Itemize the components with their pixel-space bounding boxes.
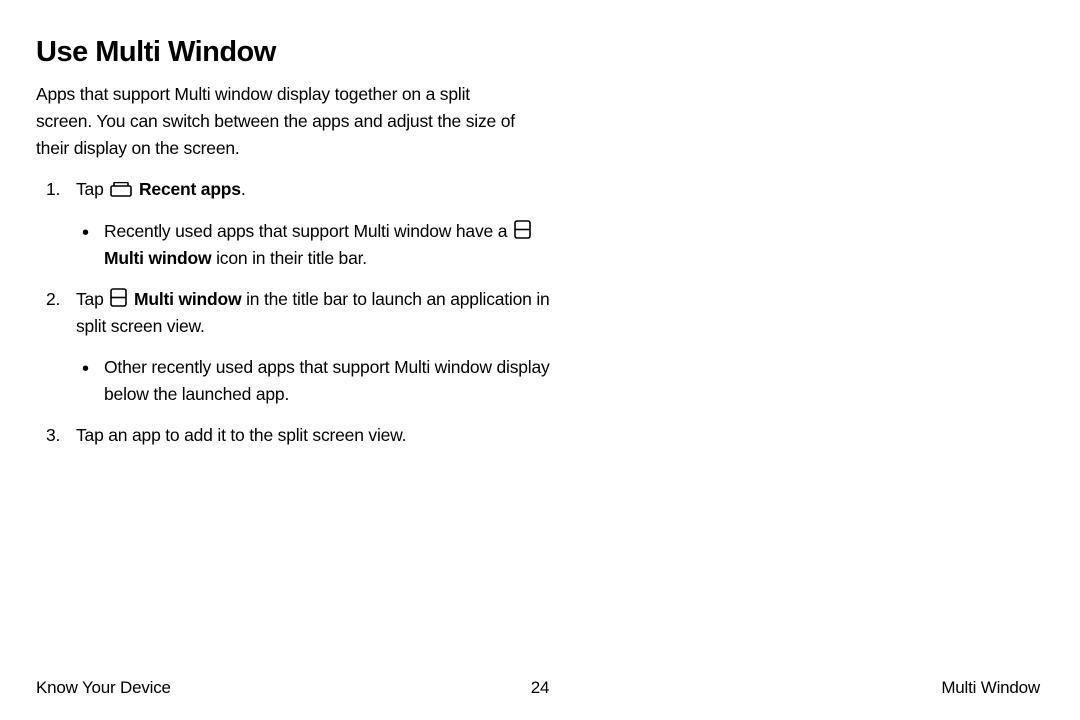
step-2-label: Multi window xyxy=(134,289,241,309)
step-1-bullet-post: icon in their title bar. xyxy=(216,248,367,268)
footer-left: Know Your Device xyxy=(36,678,171,698)
step-1-bullet: Recently used apps that support Multi wi… xyxy=(76,218,566,272)
footer-page-number: 24 xyxy=(531,678,550,698)
step-3: Tap an app to add it to the split screen… xyxy=(36,422,566,449)
multi-window-icon xyxy=(514,220,531,239)
page-footer: Know Your Device 24 Multi Window xyxy=(0,678,1080,698)
recent-apps-icon xyxy=(110,182,132,197)
step-1-text-post: . xyxy=(241,179,246,199)
step-1-bullet-label: Multi window xyxy=(104,248,211,268)
step-1-label: Recent apps xyxy=(139,179,241,199)
step-1: Tap Recent apps. Recently used apps that… xyxy=(36,176,566,271)
step-1-text-pre: Tap xyxy=(76,179,104,199)
steps-list: Tap Recent apps. Recently used apps that… xyxy=(36,176,566,449)
step-2: Tap Multi window in the title bar to lau… xyxy=(36,286,566,409)
page-title: Use Multi Window xyxy=(36,36,1040,69)
step-2-bullet: Other recently used apps that support Mu… xyxy=(76,354,566,408)
intro-paragraph: Apps that support Multi window display t… xyxy=(36,81,526,162)
step-2-text-pre: Tap xyxy=(76,289,104,309)
step-1-bullet-pre: Recently used apps that support Multi wi… xyxy=(104,221,507,241)
multi-window-icon xyxy=(110,288,127,307)
footer-right: Multi Window xyxy=(941,678,1040,698)
